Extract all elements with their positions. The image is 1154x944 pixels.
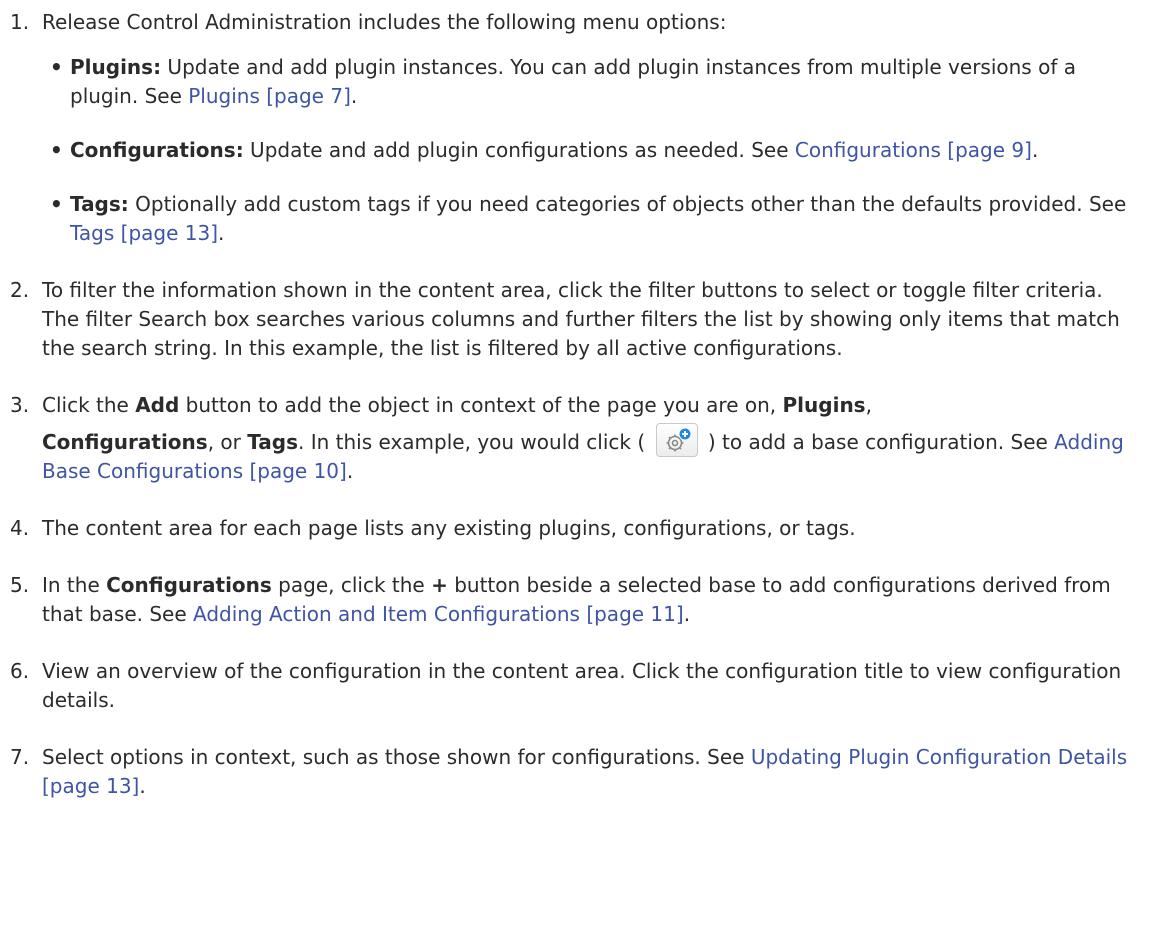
step-text: page, click the bbox=[271, 573, 432, 597]
step-text: View an overview of the configuration in… bbox=[42, 659, 1122, 712]
link-plugins[interactable]: Plugins [page 7] bbox=[188, 84, 351, 108]
step-text: Select options in context, such as those… bbox=[42, 745, 751, 769]
step-text: The content area for each page lists any… bbox=[42, 516, 856, 540]
step-text: , or bbox=[207, 430, 248, 454]
step-5: 5. In the Configurations page, click the… bbox=[10, 571, 1130, 629]
step-text: ) to add a base configuration. See bbox=[701, 430, 1055, 454]
step-text: . In this example, you would click ( bbox=[298, 430, 652, 454]
document-page: 1. Release Control Administration includ… bbox=[0, 0, 1154, 801]
bold-term: Configurations bbox=[106, 573, 272, 597]
step-number: 3. bbox=[10, 393, 30, 417]
bullet: • bbox=[50, 55, 63, 79]
option-configurations: • Configurations: Update and add plugin … bbox=[42, 136, 1130, 165]
step-number: 6. bbox=[10, 659, 30, 683]
punctuation: . bbox=[683, 602, 691, 626]
bold-term: Add bbox=[135, 393, 180, 417]
step-text: To filter the information shown in the c… bbox=[42, 278, 1120, 360]
step-2: 2. To filter the information shown in th… bbox=[10, 276, 1130, 363]
bold-term: Plugins bbox=[782, 393, 866, 417]
step-number: 1. bbox=[10, 10, 30, 34]
step-4: 4. The content area for each page lists … bbox=[10, 514, 1130, 543]
step-text: button to add the object in context of t… bbox=[179, 393, 783, 417]
option-text: Update and add plugin configurations as … bbox=[243, 138, 795, 162]
option-plugins: • Plugins: Update and add plugin instanc… bbox=[42, 53, 1130, 111]
bold-term: + bbox=[431, 573, 448, 597]
link-tags[interactable]: Tags [page 13] bbox=[70, 221, 218, 245]
step-7: 7. Select options in context, such as th… bbox=[10, 743, 1130, 801]
step-number: 2. bbox=[10, 278, 30, 302]
bold-term: Tags bbox=[247, 430, 299, 454]
bullet: • bbox=[50, 138, 63, 162]
punctuation: . bbox=[139, 774, 146, 798]
punctuation: . bbox=[350, 84, 358, 108]
step-6: 6. View an overview of the configuration… bbox=[10, 657, 1130, 715]
punctuation: . bbox=[218, 221, 225, 245]
step-number: 7. bbox=[10, 745, 30, 769]
bullet: • bbox=[50, 192, 63, 216]
step-text: , bbox=[865, 393, 872, 417]
menu-options-list: • Plugins: Update and add plugin instanc… bbox=[42, 53, 1130, 248]
link-adding-action-item-configurations[interactable]: Adding Action and Item Configurations [p… bbox=[193, 602, 684, 626]
link-configurations[interactable]: Configurations [page 9] bbox=[795, 138, 1032, 162]
step-list: 1. Release Control Administration includ… bbox=[10, 8, 1130, 801]
option-tags: • Tags: Optionally add custom tags if yo… bbox=[42, 190, 1130, 248]
step-text: Release Control Administration includes … bbox=[42, 10, 727, 34]
step-text: In the bbox=[42, 573, 107, 597]
step-3: 3. Click the Add button to add the objec… bbox=[10, 391, 1130, 486]
step-3-line-2: Configurations, or Tags. In this example… bbox=[42, 422, 1130, 486]
option-label: Tags: bbox=[70, 192, 129, 216]
punctuation: . bbox=[346, 459, 354, 483]
punctuation: . bbox=[1031, 138, 1039, 162]
option-label: Configurations: bbox=[70, 138, 244, 162]
option-text: Optionally add custom tags if you need c… bbox=[128, 192, 1127, 216]
gear-plus-icon[interactable] bbox=[655, 422, 698, 457]
step-number: 5. bbox=[10, 573, 30, 597]
option-label: Plugins: bbox=[70, 55, 162, 79]
step-text: Click the bbox=[42, 393, 136, 417]
bold-term: Configurations bbox=[42, 430, 208, 454]
step-1: 1. Release Control Administration includ… bbox=[10, 8, 1130, 248]
step-number: 4. bbox=[10, 516, 30, 540]
